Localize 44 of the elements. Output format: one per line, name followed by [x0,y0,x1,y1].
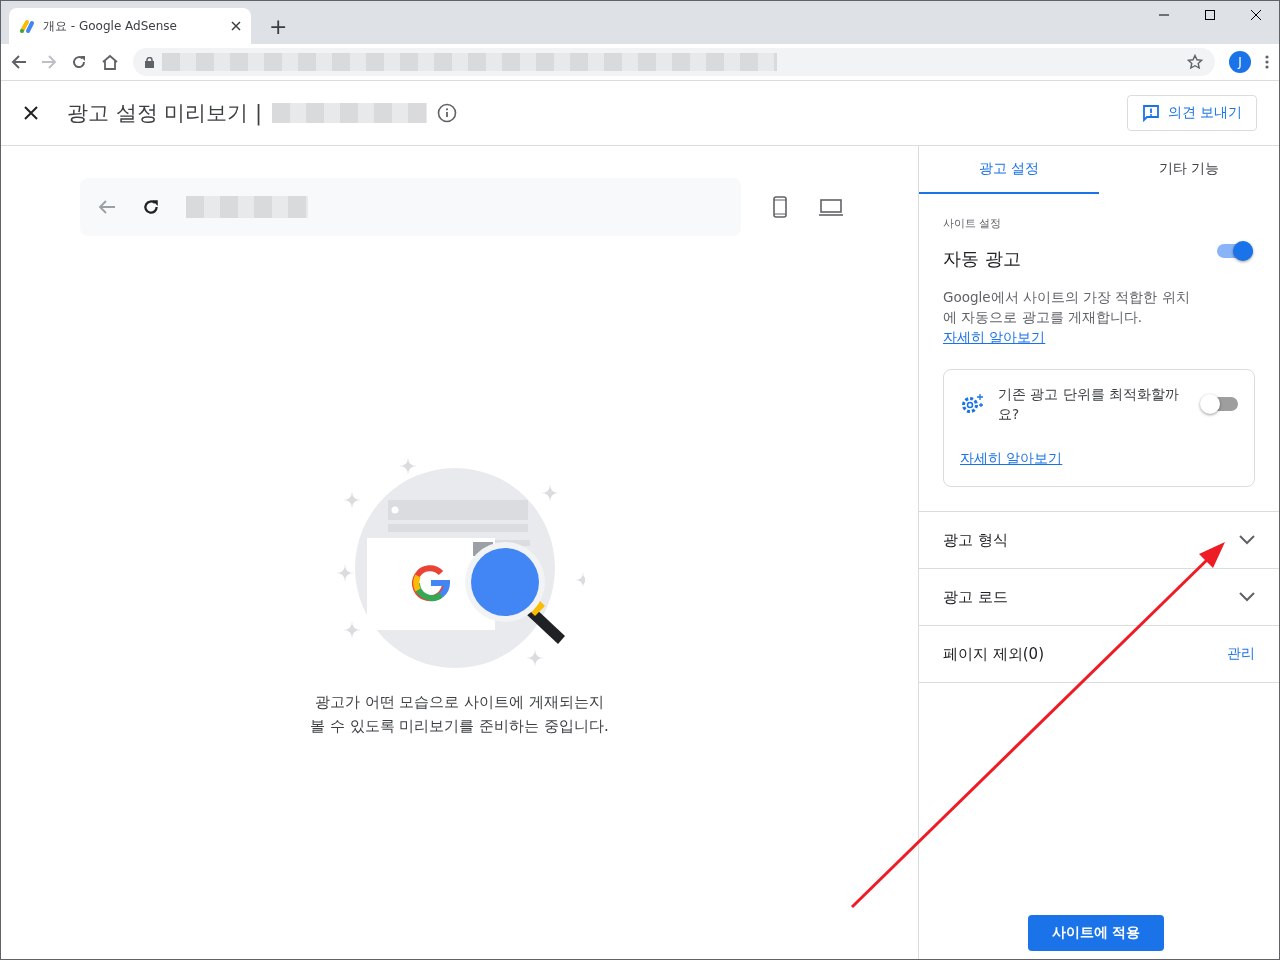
feedback-icon [1141,104,1160,122]
chevron-down-icon[interactable] [1239,592,1255,602]
preview-message: 광고가 어떤 모습으로 사이트에 게재되는지 [313,692,606,713]
star-icon[interactable] [1187,54,1203,70]
tab-title: 개요 - Google AdSense [43,17,178,35]
close-icon [1250,9,1262,21]
section-label: 사이트 설정 [943,216,1003,231]
feedback-button[interactable]: 의견 보내기 [1126,95,1257,131]
profile-avatar[interactable]: J [1229,51,1251,73]
reload-icon[interactable] [141,198,160,216]
auto-ads-description: Google에서 사이트의 가장 적합한 위치에 자동으로 광고를 게재합니다. 자세히 알아보기 [943,288,1191,347]
settings-row[interactable]: 광고 로드 [919,568,1279,625]
home-icon[interactable] [101,54,119,70]
info-icon[interactable] [437,103,458,123]
reload-icon[interactable] [71,54,87,70]
phone-icon[interactable] [772,196,787,218]
panel-tab[interactable]: 기타 기능 [1099,146,1279,194]
close-icon[interactable] [23,105,39,121]
preview-message: 볼 수 있도록 미리보기를 준비하는 중입니다. [310,716,609,737]
manage-link[interactable]: 관리 [1227,645,1255,663]
page-title: 광고 설정 미리보기 | [67,100,263,127]
toggle-switch[interactable] [1217,244,1253,258]
laptop-icon[interactable] [818,198,843,216]
browser-tab[interactable]: 개요 - Google AdSense [9,8,251,44]
settings-row[interactable]: 페이지 제외(0) 관리 [919,625,1279,682]
new-tab-button[interactable]: + [265,16,292,38]
menu-icon[interactable] [1265,55,1269,69]
maximize-icon [1204,9,1216,21]
close-icon[interactable] [231,21,241,31]
panel-tab[interactable]: 광고 설정 [919,146,1099,194]
apply-button[interactable]: 사이트에 적용 [1027,915,1165,951]
row-label: 페이지 제외(0) [943,644,1044,664]
chevron-down-icon[interactable] [1239,535,1255,545]
gear-sparkle-icon [960,393,984,415]
toggle-switch[interactable] [1202,397,1238,411]
learn-more-link[interactable]: 자세히 알아보기 [943,329,1046,345]
lock-icon [145,56,154,68]
optimize-question: 기존 광고 단위를 최적화할까요? [998,385,1180,424]
learn-more-link[interactable]: 자세히 알아보기 [960,450,1063,466]
back-icon[interactable] [11,54,27,70]
adsense-logo-icon [19,18,35,34]
row-label: 광고 로드 [943,587,1008,607]
row-label: 광고 형식 [943,530,1008,550]
auto-ads-title: 자동 광고 [943,247,1021,271]
